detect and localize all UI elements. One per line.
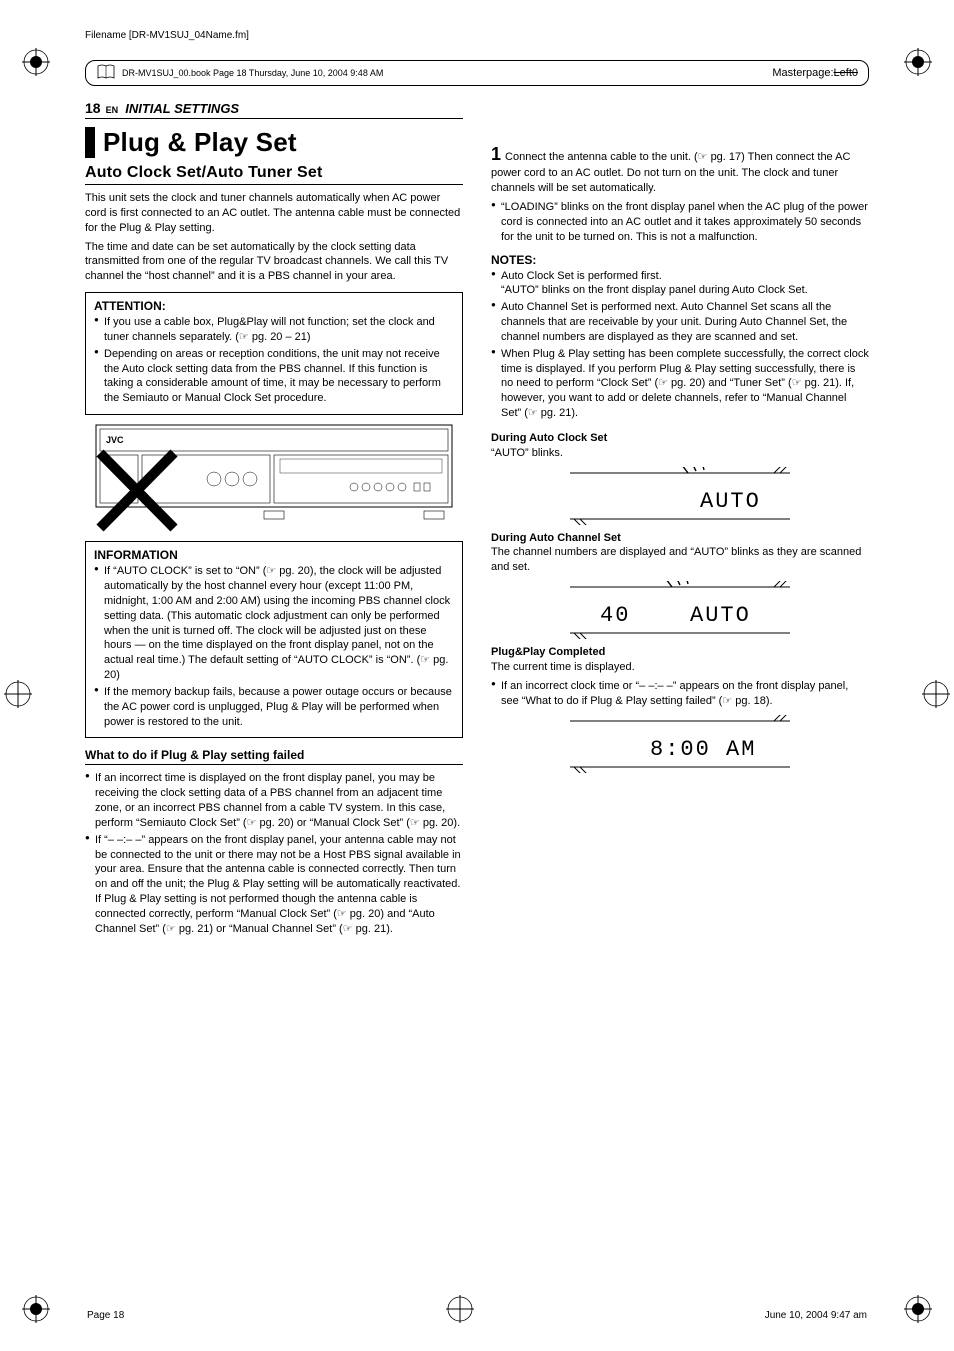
registration-mark-icon [4,680,32,708]
main-title: Plug & Play Set [85,127,463,158]
footer-page: Page 18 [87,1310,124,1321]
page-lang: EN [106,105,119,115]
intro-paragraph-2: The time and date can be set automatical… [85,240,463,285]
during-clock-text: “AUTO” blinks. [491,446,869,461]
attention-item: Depending on areas or reception conditio… [94,347,454,406]
book-line: DR-MV1SUJ_00.book Page 18 Thursday, June… [85,60,869,86]
masterpage-label: Masterpage:Left0 [772,67,858,79]
registration-mark-icon [904,1295,932,1323]
registration-mark-icon [22,48,50,76]
book-line-text: DR-MV1SUJ_00.book Page 18 Thursday, June… [122,68,383,78]
information-item: If “AUTO CLOCK” is set to “ON” (☞ pg. 20… [94,564,454,683]
device-illustration-crossed: JVC [85,423,463,533]
subtitle: Auto Clock Set/Auto Tuner Set [85,164,463,182]
registration-mark-icon [904,48,932,76]
during-clock-heading: During Auto Clock Set [491,432,607,444]
completed-heading: Plug&Play Completed [491,646,605,658]
registration-mark-icon [922,680,950,708]
panel-text-right: AUTO [690,603,751,628]
divider [85,184,463,185]
step-1-text: 1Connect the antenna cable to the unit. … [491,142,869,196]
note-item: When Plug & Play setting has been comple… [491,347,869,421]
panel-text-left: 40 [600,603,630,628]
fail-item: If “– –:– –” appears on the front displa… [85,833,463,937]
page-section: INITIAL SETTINGS [125,101,239,116]
step-number: 1 [491,144,501,164]
step-1-bullet: “LOADING” blinks on the front display pa… [491,200,869,245]
left-column: 18 EN INITIAL SETTINGS Plug & Play Set A… [85,100,463,939]
divider [85,764,463,765]
information-box: INFORMATION If “AUTO CLOCK” is set to “O… [85,541,463,738]
notes-title: NOTES: [491,253,869,267]
note-item: Auto Clock Set is performed first. “AUTO… [491,269,869,299]
filename-text: Filename [DR-MV1SUJ_04Name.fm] [85,30,249,41]
page-number: 18 [85,100,101,116]
registration-mark-icon [446,1295,474,1323]
svg-text:JVC: JVC [106,435,124,445]
attention-title: ATTENTION: [94,299,454,313]
footer-date: June 10, 2004 9:47 am [765,1310,867,1321]
during-channel-text: The channel numbers are displayed and “A… [491,545,869,575]
information-item: If the memory backup fails, because a po… [94,685,454,730]
completed-text: The current time is displayed. [491,660,869,675]
during-channel-heading: During Auto Channel Set [491,532,621,544]
note-item: Auto Channel Set is performed next. Auto… [491,300,869,345]
panel-text: AUTO [700,489,761,514]
attention-item: If you use a cable box, Plug&Play will n… [94,315,454,345]
information-title: INFORMATION [94,548,454,562]
fail-heading: What to do if Plug & Play setting failed [85,748,463,762]
display-panel-time: 8:00 AM [570,715,790,773]
intro-paragraph-1: This unit sets the clock and tuner chann… [85,191,463,236]
panel-text: 8:00 AM [650,737,756,762]
registration-mark-icon [22,1295,50,1323]
page-header: 18 EN INITIAL SETTINGS [85,100,463,119]
display-panel-auto: AUTO [570,467,790,525]
completed-bullet: If an incorrect clock time or “– –:– –” … [491,679,869,709]
right-column: 1Connect the antenna cable to the unit. … [491,100,869,939]
fail-item: If an incorrect time is displayed on the… [85,771,463,830]
book-icon [96,64,116,82]
attention-box: ATTENTION: If you use a cable box, Plug&… [85,292,463,415]
display-panel-channel: 40 AUTO [570,581,790,639]
page: Filename [DR-MV1SUJ_04Name.fm] DR-MV1SUJ… [0,0,954,1351]
